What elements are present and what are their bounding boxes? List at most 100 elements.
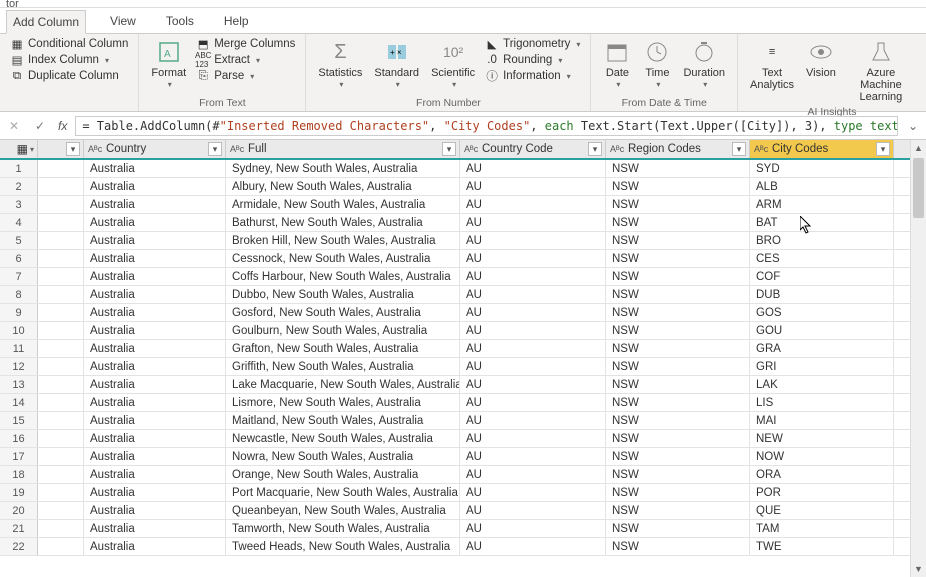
cell-region-code[interactable]: NSW (606, 502, 750, 519)
cell-country-code[interactable]: AU (460, 394, 606, 411)
table-row[interactable]: 11AustraliaGrafton, New South Wales, Aus… (0, 340, 910, 358)
cell-city-code[interactable]: QUE (750, 502, 894, 519)
column-header-country[interactable]: AᴮcCountry▾ (84, 140, 226, 158)
cell-country-code[interactable]: AU (460, 268, 606, 285)
cell-country-code[interactable]: AU (460, 412, 606, 429)
cell-country[interactable]: Australia (84, 322, 226, 339)
cell-blank[interactable] (38, 394, 84, 411)
cell-blank[interactable] (38, 214, 84, 231)
cell-city-code[interactable]: NOW (750, 448, 894, 465)
cell-country[interactable]: Australia (84, 466, 226, 483)
row-header[interactable]: 19 (0, 484, 38, 501)
row-header[interactable]: 13 (0, 376, 38, 393)
cell-region-code[interactable]: NSW (606, 520, 750, 537)
tab-view[interactable]: View (104, 10, 142, 32)
merge-columns-button[interactable]: ⬒Merge Columns (194, 36, 297, 52)
cell-blank[interactable] (38, 484, 84, 501)
cell-full[interactable]: Goulburn, New South Wales, Australia (226, 322, 460, 339)
tab-help[interactable]: Help (218, 10, 255, 32)
table-row[interactable]: 19AustraliaPort Macquarie, New South Wal… (0, 484, 910, 502)
cell-country[interactable]: Australia (84, 394, 226, 411)
table-row[interactable]: 13AustraliaLake Macquarie, New South Wal… (0, 376, 910, 394)
cell-country[interactable]: Australia (84, 250, 226, 267)
cell-city-code[interactable]: POR (750, 484, 894, 501)
cell-full[interactable]: Broken Hill, New South Wales, Australia (226, 232, 460, 249)
column-header-blank[interactable]: ▾ (38, 140, 84, 158)
cell-full[interactable]: Bathurst, New South Wales, Australia (226, 214, 460, 231)
filter-icon[interactable]: ▾ (588, 142, 602, 156)
row-header[interactable]: 14 (0, 394, 38, 411)
cell-country[interactable]: Australia (84, 376, 226, 393)
row-header[interactable]: 15 (0, 412, 38, 429)
cell-region-code[interactable]: NSW (606, 214, 750, 231)
cell-blank[interactable] (38, 520, 84, 537)
cell-blank[interactable] (38, 322, 84, 339)
duplicate-column-button[interactable]: ⧉Duplicate Column (8, 68, 130, 84)
cell-country-code[interactable]: AU (460, 502, 606, 519)
scroll-thumb[interactable] (913, 158, 924, 218)
table-row[interactable]: 2AustraliaAlbury, New South Wales, Austr… (0, 178, 910, 196)
row-header[interactable]: 16 (0, 430, 38, 447)
cell-region-code[interactable]: NSW (606, 286, 750, 303)
cell-country-code[interactable]: AU (460, 286, 606, 303)
cell-full[interactable]: Tweed Heads, New South Wales, Australia (226, 538, 460, 555)
cell-region-code[interactable]: NSW (606, 322, 750, 339)
cell-country-code[interactable]: AU (460, 160, 606, 177)
cell-country-code[interactable]: AU (460, 196, 606, 213)
table-row[interactable]: 3 AustraliaArmidale, New South Wales, Aus… (0, 196, 910, 214)
cell-country[interactable]: Australia (84, 268, 226, 285)
cell-blank[interactable] (38, 250, 84, 267)
cell-country-code[interactable]: AU (460, 430, 606, 447)
cell-blank[interactable] (38, 538, 84, 555)
cell-city-code[interactable]: GRA (750, 340, 894, 357)
tab-tools[interactable]: Tools (160, 10, 200, 32)
cell-region-code[interactable]: NSW (606, 376, 750, 393)
cell-blank[interactable] (38, 196, 84, 213)
scroll-down-button[interactable]: ▼ (911, 561, 926, 577)
cell-country-code[interactable]: AU (460, 376, 606, 393)
index-column-button[interactable]: ▤Index Column▾ (8, 52, 130, 68)
table-row[interactable]: 8AustraliaDubbo, New South Wales, Austra… (0, 286, 910, 304)
table-row[interactable]: 9AustraliaGosford, New South Wales, Aust… (0, 304, 910, 322)
cell-full[interactable]: Armidale, New South Wales, Australia (226, 196, 460, 213)
statistics-button[interactable]: ΣStatistics▾ (314, 36, 366, 91)
row-header[interactable]: 1 (0, 160, 38, 177)
row-header[interactable]: 18 (0, 466, 38, 483)
cell-blank[interactable] (38, 178, 84, 195)
cell-full[interactable]: Coffs Harbour, New South Wales, Australi… (226, 268, 460, 285)
cell-country[interactable]: Australia (84, 196, 226, 213)
table-row[interactable]: 15AustraliaMaitland, New South Wales, Au… (0, 412, 910, 430)
cell-country-code[interactable]: AU (460, 214, 606, 231)
cell-full[interactable]: Sydney, New South Wales, Australia (226, 160, 460, 177)
table-row[interactable]: 20AustraliaQueanbeyan, New South Wales, … (0, 502, 910, 520)
table-row[interactable]: 7AustraliaCoffs Harbour, New South Wales… (0, 268, 910, 286)
cell-city-code[interactable]: CES (750, 250, 894, 267)
table-row[interactable]: 10AustraliaGoulburn, New South Wales, Au… (0, 322, 910, 340)
cell-blank[interactable] (38, 412, 84, 429)
cell-city-code[interactable]: TWE (750, 538, 894, 555)
cell-region-code[interactable]: NSW (606, 394, 750, 411)
cell-country[interactable]: Australia (84, 484, 226, 501)
cell-full[interactable]: Grafton, New South Wales, Australia (226, 340, 460, 357)
cell-full[interactable]: Queanbeyan, New South Wales, Australia (226, 502, 460, 519)
table-row[interactable]: 6AustraliaCessnock, New South Wales, Aus… (0, 250, 910, 268)
filter-icon[interactable]: ▾ (732, 142, 746, 156)
table-row[interactable]: 1AustraliaSydney, New South Wales, Austr… (0, 160, 910, 178)
cell-city-code[interactable]: GOU (750, 322, 894, 339)
cell-country[interactable]: Australia (84, 178, 226, 195)
cell-blank[interactable] (38, 358, 84, 375)
cell-region-code[interactable]: NSW (606, 412, 750, 429)
azure-ml-button[interactable]: Azure Machine Learning (844, 36, 918, 105)
standard-button[interactable]: + ×Standard▾ (370, 36, 423, 91)
row-header[interactable]: 3 (0, 196, 38, 213)
duration-button[interactable]: Duration▾ (679, 36, 729, 91)
cell-region-code[interactable]: NSW (606, 250, 750, 267)
row-header[interactable]: 12 (0, 358, 38, 375)
filter-icon[interactable]: ▾ (442, 142, 456, 156)
cell-country-code[interactable]: AU (460, 520, 606, 537)
cell-city-code[interactable]: ALB (750, 178, 894, 195)
cell-city-code[interactable]: TAM (750, 520, 894, 537)
scroll-up-button[interactable]: ▲ (911, 140, 926, 156)
cell-blank[interactable] (38, 268, 84, 285)
format-button[interactable]: A Format▾ (147, 36, 190, 91)
